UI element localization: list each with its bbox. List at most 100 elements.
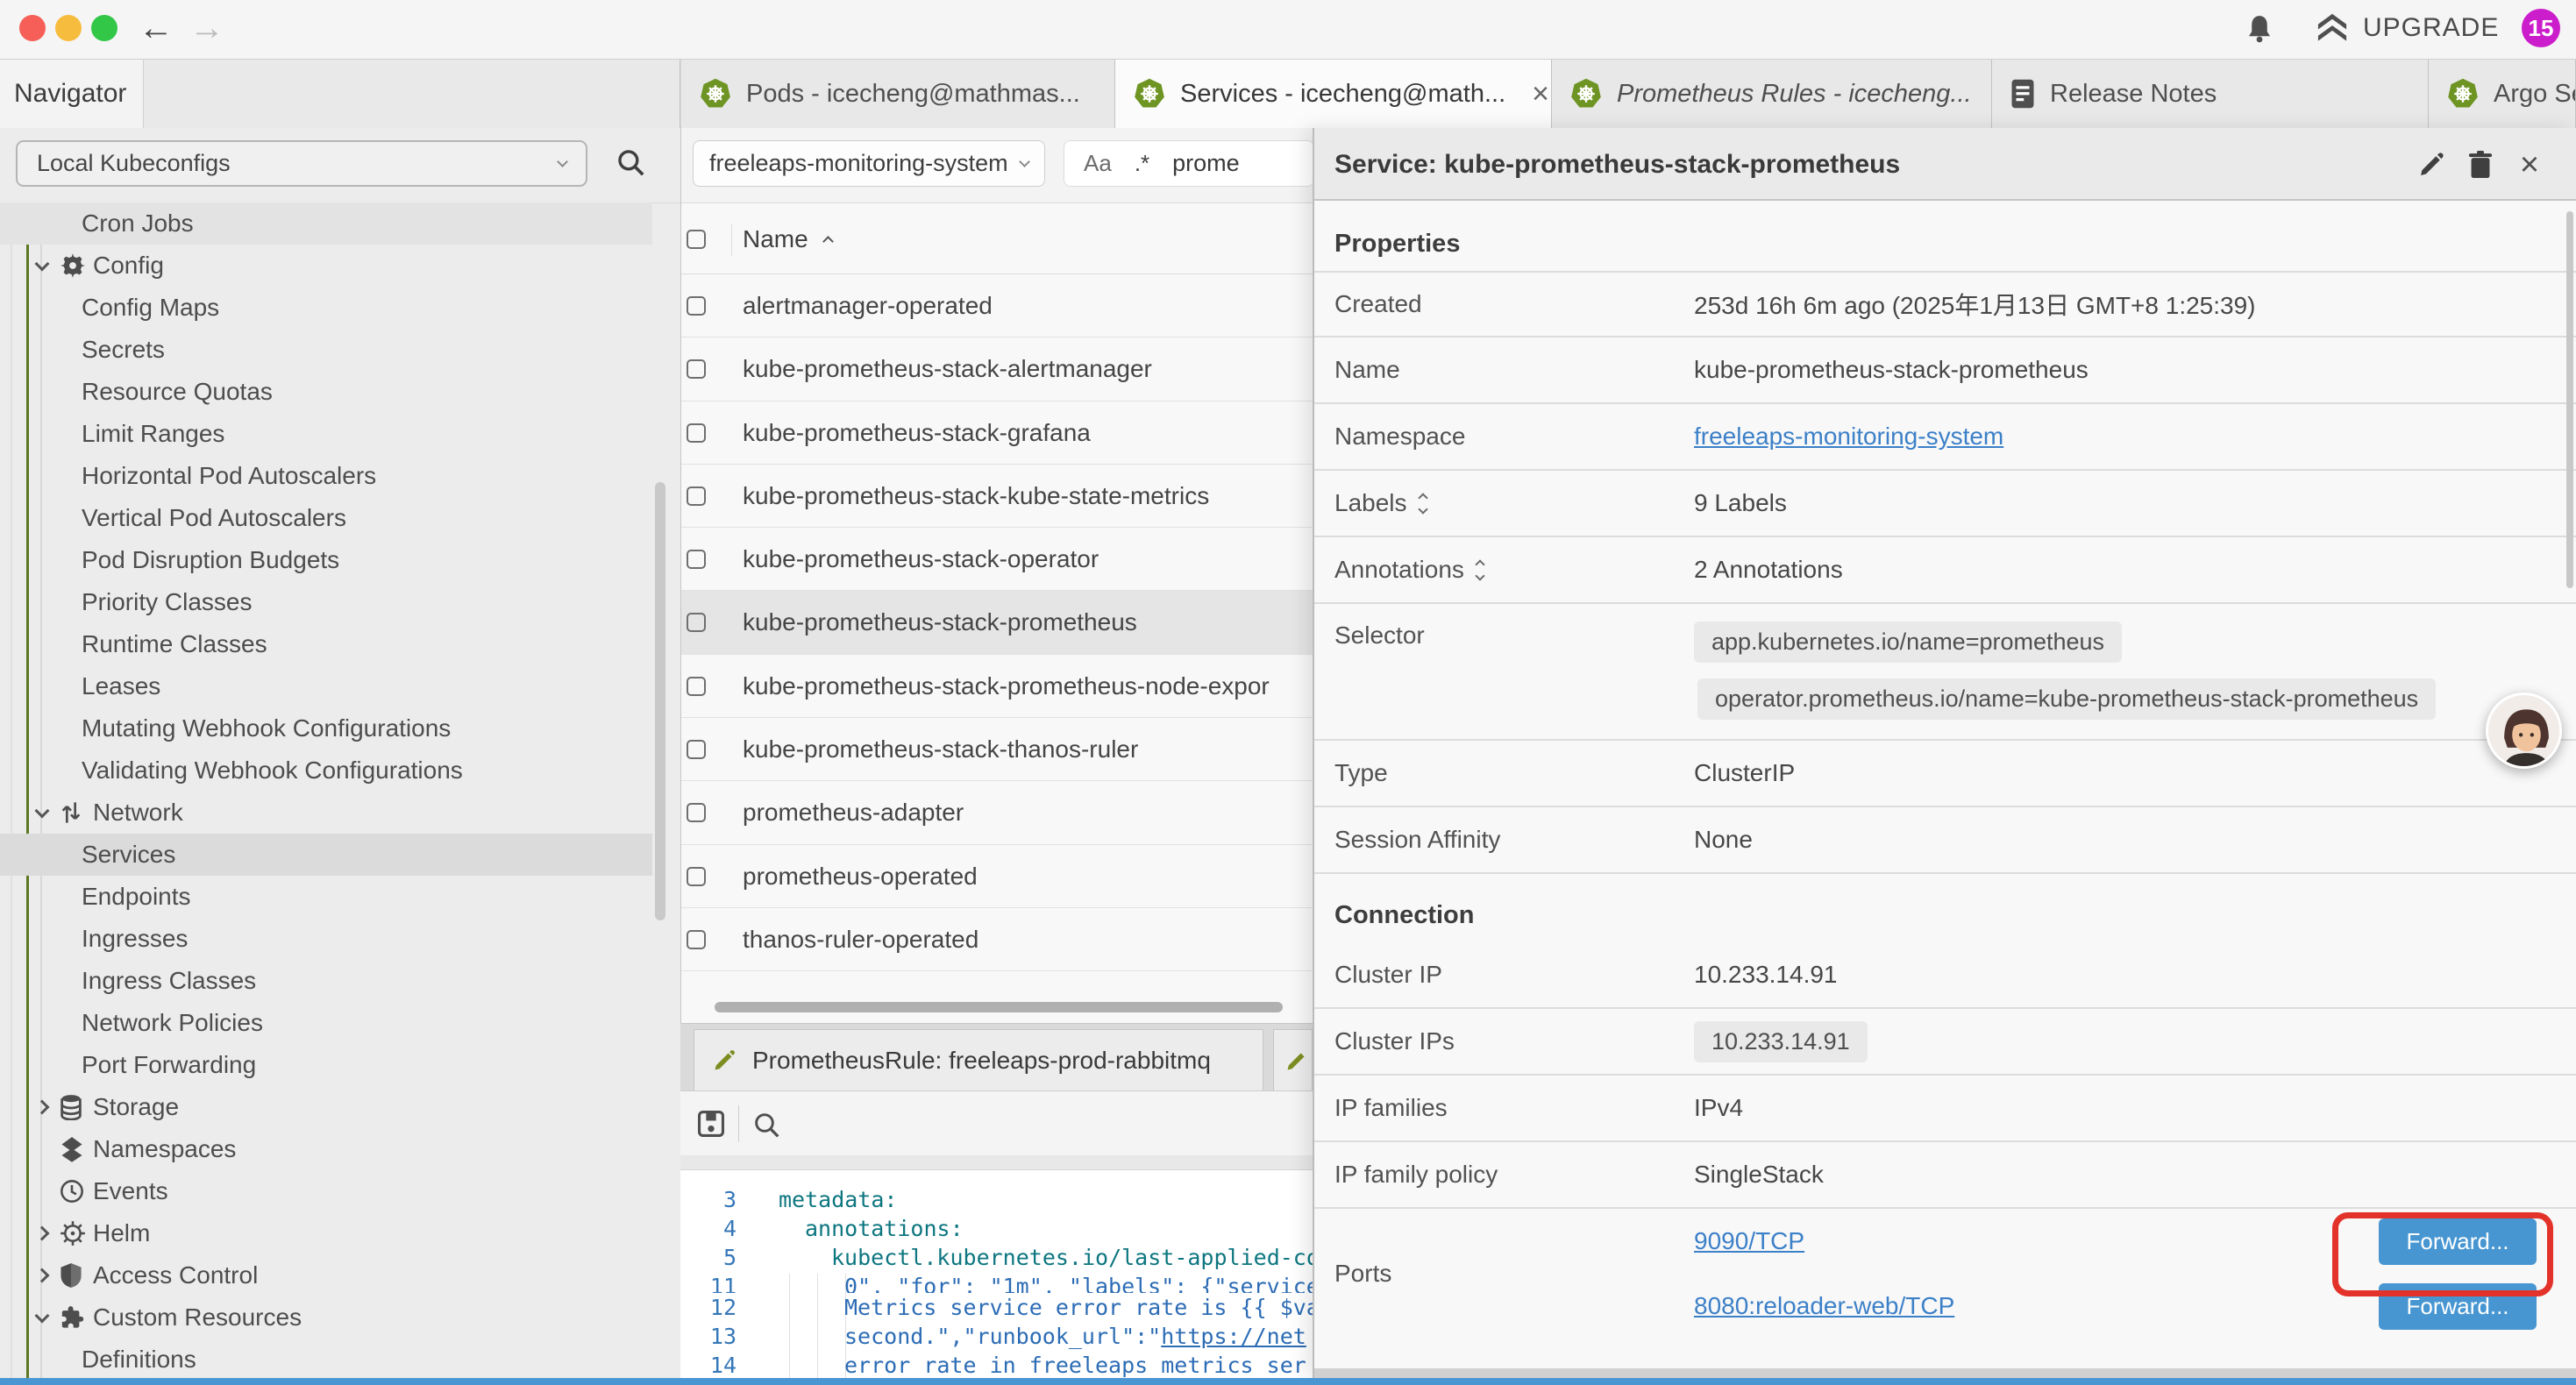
row-checkbox[interactable] xyxy=(687,423,706,443)
sidebar-item-leases[interactable]: Leases xyxy=(0,665,652,707)
sidebar-item-priority-classes[interactable]: Priority Classes xyxy=(0,581,652,623)
sidebar-item-limit-ranges[interactable]: Limit Ranges xyxy=(0,413,652,455)
namespace-select-value: freeleaps-monitoring-system xyxy=(709,150,1008,177)
sidebar-item-events[interactable]: Events xyxy=(0,1170,652,1212)
editor-lines: 3metadata:4annotations:5kubectl.kubernet… xyxy=(680,1185,1313,1379)
table-row-kube-prometheus-stack-alertmanager[interactable]: kube-prometheus-stack-alertmanager xyxy=(681,337,1313,401)
sidebar-scrollbar[interactable] xyxy=(655,482,665,920)
sidebar-search-icon[interactable] xyxy=(616,147,645,177)
tab-release-notes[interactable]: Release Notes xyxy=(1992,60,2429,128)
sidebar-item-services[interactable]: Services xyxy=(0,834,652,876)
dock-tab-partial[interactable] xyxy=(1273,1029,1313,1090)
sidebar-item-ingresses[interactable]: Ingresses xyxy=(0,918,652,960)
window-maximize-button[interactable] xyxy=(91,15,117,41)
kubernetes-icon xyxy=(699,77,732,110)
tab-close-icon[interactable]: × xyxy=(1532,81,1549,107)
table-row-kube-prometheus-stack-grafana[interactable]: kube-prometheus-stack-grafana xyxy=(681,401,1313,465)
table-row-kube-prometheus-stack-operator[interactable]: kube-prometheus-stack-operator xyxy=(681,528,1313,591)
notifications-bell-icon[interactable] xyxy=(2246,14,2273,43)
editor-link[interactable]: https://net xyxy=(1161,1324,1306,1349)
sidebar-item-pod-disruption-budgets[interactable]: Pod Disruption Budgets xyxy=(0,539,652,581)
window-close-button[interactable] xyxy=(19,15,46,41)
expand-toggle-icon[interactable] xyxy=(1477,561,1484,579)
sidebar-item-namespaces[interactable]: Namespaces xyxy=(0,1128,652,1170)
port-link-8080-reloader-web-tcp[interactable]: 8080:reloader-web/TCP xyxy=(1694,1292,1954,1320)
namespace-select[interactable]: freeleaps-monitoring-system xyxy=(693,140,1045,187)
sidebar-item-config-maps[interactable]: Config Maps xyxy=(0,287,652,329)
row-checkbox[interactable] xyxy=(687,740,706,759)
close-icon[interactable]: × xyxy=(2514,149,2545,181)
sidebar-item-helm[interactable]: Helm xyxy=(0,1212,652,1254)
sidebar-item-config[interactable]: Config xyxy=(0,245,652,287)
sidebar-item-runtime-classes[interactable]: Runtime Classes xyxy=(0,623,652,665)
sidebar-item-access-control[interactable]: Access Control xyxy=(0,1254,652,1296)
sidebar-item-mutating-webhook-configurations[interactable]: Mutating Webhook Configurations xyxy=(0,707,652,749)
tab-services[interactable]: Services - icecheng@math...× xyxy=(1115,60,1552,128)
sidebar-item-storage[interactable]: Storage xyxy=(0,1086,652,1128)
sidebar-item-cron-jobs[interactable]: Cron Jobs xyxy=(0,202,652,245)
table-horizontal-scrollbar[interactable] xyxy=(715,1002,1283,1012)
sidebar-item-endpoints[interactable]: Endpoints xyxy=(0,876,652,918)
sidebar-item-label: Resource Quotas xyxy=(82,378,273,406)
tab-pods[interactable]: Pods - icecheng@mathmas... xyxy=(681,60,1115,128)
case-sensitive-toggle[interactable]: Aa xyxy=(1084,150,1112,177)
table-row-kube-prometheus-stack-prometheus-node-expor[interactable]: kube-prometheus-stack-prometheus-node-ex… xyxy=(681,655,1313,718)
chevron-up-icon xyxy=(1418,493,1427,502)
row-checkbox[interactable] xyxy=(687,487,706,506)
row-checkbox[interactable] xyxy=(687,359,706,379)
select-all-checkbox[interactable] xyxy=(687,230,706,249)
sidebar-item-definitions[interactable]: Definitions xyxy=(0,1339,652,1378)
editor-search-icon[interactable] xyxy=(752,1111,780,1139)
row-checkbox[interactable] xyxy=(687,613,706,632)
sidebar-item-label: Namespaces xyxy=(93,1135,236,1163)
row-checkbox[interactable] xyxy=(687,296,706,316)
yaml-editor[interactable]: 3metadata:4annotations:5kubectl.kubernet… xyxy=(680,1170,1313,1379)
sidebar-item-secrets[interactable]: Secrets xyxy=(0,329,652,371)
table-row-kube-prometheus-stack-prometheus[interactable]: kube-prometheus-stack-prometheus xyxy=(681,591,1313,654)
sidebar-item-port-forwarding[interactable]: Port Forwarding xyxy=(0,1044,652,1086)
table-row-kube-prometheus-stack-kube-state-metrics[interactable]: kube-prometheus-stack-kube-state-metrics xyxy=(681,465,1313,528)
sidebar-item-resource-quotas[interactable]: Resource Quotas xyxy=(0,371,652,413)
tab-argo-se[interactable]: Argo Se xyxy=(2429,60,2576,128)
kubeconfig-select[interactable]: Local Kubeconfigs xyxy=(16,140,587,187)
column-header-name[interactable]: Name xyxy=(743,203,832,274)
expand-toggle-icon[interactable] xyxy=(1420,494,1427,513)
regex-toggle[interactable]: .* xyxy=(1135,150,1149,177)
table-row-prometheus-adapter[interactable]: prometheus-adapter xyxy=(681,781,1313,844)
table-row-thanos-ruler-operated[interactable]: thanos-ruler-operated xyxy=(681,908,1313,971)
tab-prometheus-rules[interactable]: Prometheus Rules - icecheng... xyxy=(1552,60,1992,128)
sidebar-item-network-policies[interactable]: Network Policies xyxy=(0,1002,652,1044)
table-row-kube-prometheus-stack-thanos-ruler[interactable]: kube-prometheus-stack-thanos-ruler xyxy=(681,718,1313,781)
kubernetes-icon xyxy=(1133,77,1166,110)
sidebar-item-ingress-classes[interactable]: Ingress Classes xyxy=(0,960,652,1002)
notification-count-badge[interactable]: 15 xyxy=(2522,9,2560,47)
sidebar-item-network[interactable]: Network xyxy=(0,792,652,834)
forward-icon[interactable]: → xyxy=(189,9,224,47)
avatar[interactable] xyxy=(2486,692,2562,769)
dock-tab-prometheusrule[interactable]: PrometheusRule: freeleaps-prod-rabbitmq xyxy=(694,1029,1263,1090)
row-checkbox[interactable] xyxy=(687,803,706,822)
detail-row-value: None xyxy=(1694,826,2576,854)
port-link-9090-tcp[interactable]: 9090/TCP xyxy=(1694,1227,1804,1255)
save-icon[interactable] xyxy=(696,1109,726,1139)
detail-vertical-scrollbar[interactable] xyxy=(2566,211,2573,588)
back-icon[interactable]: ← xyxy=(139,9,174,47)
table-row-alertmanager-operated[interactable]: alertmanager-operated xyxy=(681,274,1313,337)
table-search-input[interactable]: Aa .* prome xyxy=(1064,140,1313,187)
table-row-prometheus-operated[interactable]: prometheus-operated xyxy=(681,845,1313,908)
detail-horizontal-scrollbar[interactable] xyxy=(1314,1368,2576,1378)
sidebar-item-validating-webhook-configurations[interactable]: Validating Webhook Configurations xyxy=(0,749,652,792)
upgrade-button[interactable]: UPGRADE xyxy=(2316,12,2499,44)
sidebar-item-vertical-pod-autoscalers[interactable]: Vertical Pod Autoscalers xyxy=(0,497,652,539)
window-minimize-button[interactable] xyxy=(55,15,82,41)
sidebar-item-custom-resources[interactable]: Custom Resources xyxy=(0,1296,652,1339)
edit-pencil-icon[interactable] xyxy=(2416,149,2447,181)
trash-icon[interactable] xyxy=(2465,149,2496,181)
namespace-link[interactable]: freeleaps-monitoring-system xyxy=(1694,423,2003,450)
row-checkbox[interactable] xyxy=(687,867,706,886)
row-checkbox[interactable] xyxy=(687,550,706,569)
editor-token: second.","runbook_url":" xyxy=(844,1324,1161,1349)
row-checkbox[interactable] xyxy=(687,677,706,696)
sidebar-item-horizontal-pod-autoscalers[interactable]: Horizontal Pod Autoscalers xyxy=(0,455,652,497)
row-checkbox[interactable] xyxy=(687,930,706,949)
